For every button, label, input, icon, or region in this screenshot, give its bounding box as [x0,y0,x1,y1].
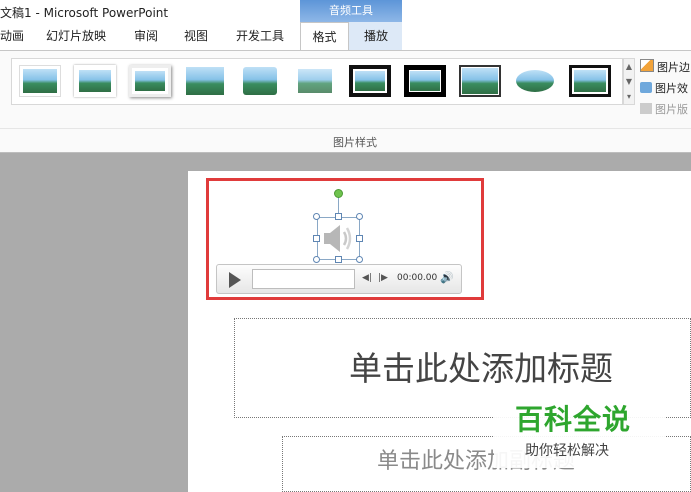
style-thumb[interactable] [74,65,116,97]
audio-player: ◀| |▶ 00:00.00 🔊 [216,264,462,294]
effects-icon [640,82,652,93]
tab-animations[interactable]: 动画 [0,22,24,50]
style-thumb[interactable] [239,65,281,97]
picture-layout-button[interactable]: 图片版 [640,101,688,117]
picture-effects-button[interactable]: 图片效 [640,80,688,96]
tab-format[interactable]: 格式 [300,22,349,50]
style-thumb[interactable] [569,65,611,97]
style-thumb[interactable] [349,65,391,97]
window-title: 文稿1 - Microsoft PowerPoint [0,6,169,20]
group-label-picture-styles: 图片样式 [333,136,377,149]
watermark-logo-text: 百科全说 [515,403,632,436]
title-placeholder-text: 单击此处添加标题 [349,349,613,388]
resize-handle[interactable] [313,213,320,220]
style-thumb[interactable] [404,65,446,97]
audio-tools-context-label: 音频工具 [300,0,402,22]
resize-handle[interactable] [356,213,363,220]
title-bar: 文稿1 - Microsoft PowerPoint 音频工具 [0,0,691,22]
resize-handle[interactable] [313,235,320,242]
step-forward-icon[interactable]: |▶ [378,273,388,283]
audio-icon-selection[interactable] [317,217,360,260]
watermark-tagline: 助你轻松解决 [525,443,609,459]
picture-styles-gallery [11,58,623,105]
play-icon[interactable] [229,272,241,288]
ribbon-tabs: 动画 幻灯片放映 审阅 视图 开发工具 格式 播放 [0,22,691,50]
style-thumb[interactable] [514,65,556,97]
group-separator [0,128,691,129]
rotation-handle[interactable] [334,189,343,198]
style-thumb[interactable] [294,65,336,97]
volume-icon[interactable]: 🔊 [440,271,454,284]
resize-handle[interactable] [356,235,363,242]
ribbon-panel: ▲ ▼ ▾ 图片边 图片效 图片版 图片样式 [0,50,691,153]
resize-handle[interactable] [356,256,363,263]
style-thumb[interactable] [459,65,501,97]
style-thumb[interactable] [19,65,61,97]
gallery-more-icon[interactable]: ▾ [624,89,634,104]
step-back-icon[interactable]: ◀| [362,273,372,283]
resize-handle[interactable] [335,256,342,263]
tab-view[interactable]: 视图 [184,22,208,50]
tab-slideshow[interactable]: 幻灯片放映 [46,22,106,50]
style-thumb[interactable] [129,65,171,97]
resize-handle[interactable] [335,213,342,220]
picture-border-button[interactable]: 图片边 [640,59,690,75]
seek-bar[interactable] [252,269,355,289]
scroll-up-icon[interactable]: ▲ [624,59,634,74]
scroll-down-icon[interactable]: ▼ [624,74,634,89]
border-icon [640,59,654,72]
resize-handle[interactable] [313,256,320,263]
playback-time: 00:00.00 [397,273,438,283]
speaker-icon [324,225,352,252]
tab-review[interactable]: 审阅 [134,22,158,50]
style-thumb[interactable] [184,65,226,97]
gallery-scroll[interactable]: ▲ ▼ ▾ [623,58,635,105]
layout-icon [640,103,652,114]
tab-developer[interactable]: 开发工具 [236,22,284,50]
tab-playback[interactable]: 播放 [364,22,388,50]
